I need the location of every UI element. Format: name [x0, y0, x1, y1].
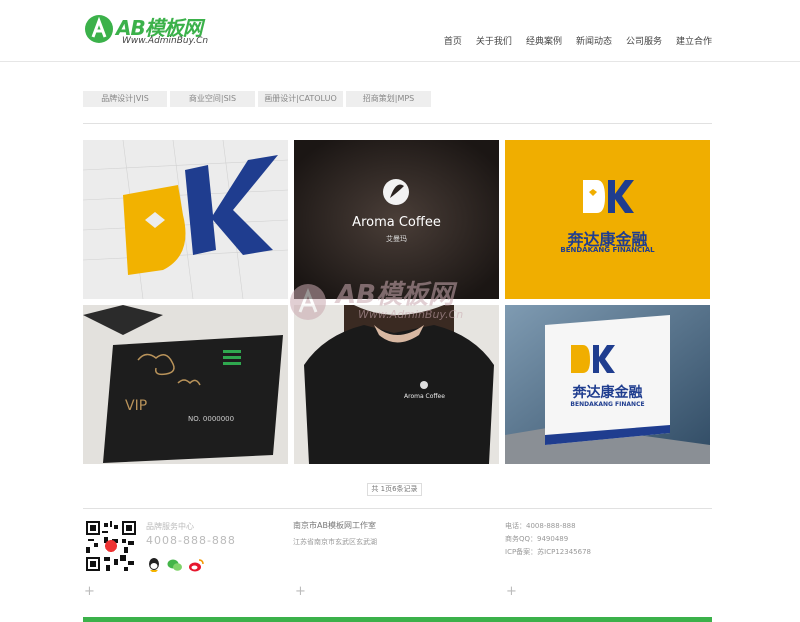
case-item-aroma-coffee[interactable]: Aroma Coffee 艾曼玛 — [294, 140, 499, 299]
bendakang-logo-image — [505, 140, 710, 299]
header: AB模板网 Www.AdminBuy.Cn 首页 关于我们 经典案例 新闻动态 … — [0, 0, 800, 62]
nav-contact[interactable]: 建立合作 — [676, 34, 712, 47]
tab-catalog[interactable]: 画册设计|CATOLUO — [258, 91, 346, 107]
logo-subtitle: Www.AdminBuy.Cn — [122, 36, 209, 46]
tab-brand-vis[interactable]: 品牌设计|VIS — [83, 91, 170, 107]
footer-qq-line: 商务QQ：9490489 — [505, 535, 569, 543]
qr-code-icon — [86, 521, 136, 571]
vip-card-image — [83, 305, 288, 464]
case-item-signboard[interactable]: 奔达康金融 BENDAKANG FINANCE — [505, 305, 710, 464]
bendakang-en: BENDAKANG FINANCIAL — [560, 246, 655, 254]
plus-icon: + — [84, 584, 95, 599]
category-tabs: 品牌设计|VIS 商业空间|SIS 画册设计|CATOLUO 招商策划|MPS — [83, 91, 434, 107]
footer-contact-info: 电话：4008-888-888 商务QQ：9490489 ICP备案：苏ICP1… — [505, 520, 591, 559]
footer-icp-line: ICP备案：苏ICP12345678 — [505, 548, 591, 556]
tab-mps[interactable]: 招商策划|MPS — [346, 91, 434, 107]
footer-service-phone: 4008-888-888 — [146, 534, 236, 547]
tshirt-image — [294, 305, 499, 464]
sign-cn: 奔达康金融 — [572, 385, 643, 401]
qq-icon[interactable] — [146, 557, 162, 573]
plus-icon: + — [295, 584, 306, 599]
case-item-bendakang-logo[interactable]: 奔达康金融 BENDAKANG FINANCIAL — [505, 140, 710, 299]
nav-services[interactable]: 公司服务 — [626, 34, 662, 47]
case-item-vip-card[interactable]: VIP NO. 0000000 — [83, 305, 288, 464]
nav-home[interactable]: 首页 — [444, 34, 462, 47]
footer-phone-line: 电话：4008-888-888 — [505, 522, 576, 530]
vip-label: VIP — [125, 398, 148, 414]
nav-about[interactable]: 关于我们 — [476, 34, 512, 47]
case-gallery: Aroma Coffee 艾曼玛 奔达康金融 BENDAKANG FINANCI… — [83, 140, 711, 464]
footer-company-address: 江苏省南京市玄武区玄武湖 — [293, 538, 377, 546]
nav-cases[interactable]: 经典案例 — [526, 34, 562, 47]
footer-divider — [83, 508, 712, 509]
plus-icon: + — [506, 584, 517, 599]
logo-badge-icon — [85, 15, 113, 43]
vip-card-number: NO. 0000000 — [188, 415, 235, 423]
aroma-title: Aroma Coffee — [352, 215, 441, 230]
wechat-icon[interactable] — [167, 557, 183, 573]
case-item-tshirt[interactable]: Aroma Coffee — [294, 305, 499, 464]
social-links — [146, 557, 204, 573]
pagination-info: 共 1页6条记录 — [367, 483, 422, 496]
site-logo[interactable]: AB模板网 Www.AdminBuy.Cn — [84, 12, 224, 50]
nav-news[interactable]: 新闻动态 — [576, 34, 612, 47]
dk-sketch-image — [83, 140, 288, 299]
tshirt-text: Aroma Coffee — [404, 393, 445, 400]
footer-company-name: 南京市AB模板网工作室 — [293, 521, 376, 530]
footer-accent-bar — [83, 617, 712, 622]
tab-space-sis[interactable]: 商业空间|SIS — [170, 91, 258, 107]
case-item-dk-logo-sketch[interactable] — [83, 140, 288, 299]
weibo-icon[interactable] — [188, 557, 204, 573]
divider — [83, 123, 712, 124]
footer-service-title: 品牌服务中心 — [146, 522, 194, 531]
sign-en: BENDAKANG FINANCE — [570, 401, 645, 408]
main-nav: 首页 关于我们 经典案例 新闻动态 公司服务 建立合作 — [444, 34, 712, 47]
aroma-subtitle: 艾曼玛 — [386, 235, 407, 243]
